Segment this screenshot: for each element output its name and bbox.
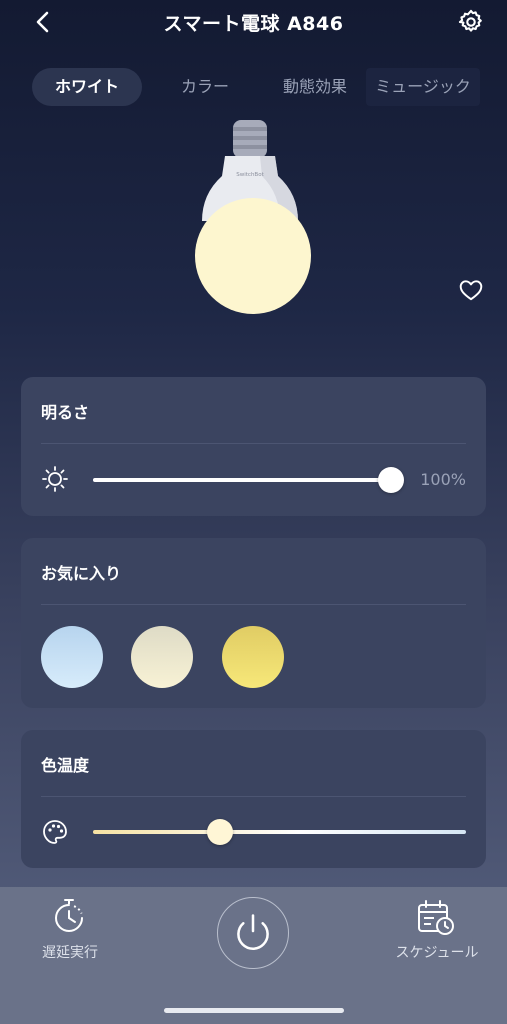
color-temperature-title: 色温度 [41, 756, 90, 775]
gear-icon[interactable] [457, 8, 485, 36]
tab-white[interactable]: ホワイト [32, 68, 142, 106]
favorite-swatch-neutral[interactable] [131, 626, 193, 688]
brightness-slider-knob[interactable] [378, 467, 404, 493]
bulb-brand-logo: SwitchBot [236, 172, 264, 178]
color-temperature-slider-knob[interactable] [206, 819, 233, 845]
divider [41, 796, 466, 797]
brightness-title: 明るさ [41, 403, 90, 422]
favorites-title: お気に入り [41, 564, 122, 583]
mode-tabs: ホワイト カラー 動態効果 ミュージック [28, 68, 480, 108]
brightness-value: 100% [420, 470, 466, 489]
sun-icon [42, 466, 68, 492]
favorites-card: お気に入り [21, 538, 486, 708]
favorite-swatch-warm[interactable] [222, 626, 284, 688]
power-button[interactable] [217, 897, 289, 969]
heart-icon[interactable] [458, 277, 484, 303]
divider [41, 604, 466, 605]
schedule-label[interactable]: スケジュール [385, 942, 489, 962]
timer-label[interactable]: 遅延実行 [30, 942, 110, 962]
tab-dynamic-effects[interactable]: 動態効果 [260, 68, 370, 106]
header: スマート電球 A846 [0, 0, 507, 44]
color-temperature-card: 色温度 [21, 730, 486, 868]
favorite-swatch-cool[interactable] [41, 626, 103, 688]
schedule-calendar-icon[interactable] [416, 899, 456, 937]
page-title: スマート電球 A846 [163, 13, 344, 35]
tab-music[interactable]: ミュージック [366, 68, 480, 106]
bulb-illustration: SwitchBot [195, 120, 311, 314]
palette-icon [43, 820, 67, 844]
power-icon [237, 914, 269, 950]
brightness-card: 明るさ 100% [21, 377, 486, 516]
home-indicator [164, 1008, 344, 1013]
timer-icon[interactable] [50, 897, 88, 935]
brightness-slider-track[interactable] [93, 478, 391, 482]
tab-color[interactable]: カラー [150, 68, 260, 106]
divider [41, 443, 466, 444]
color-temperature-slider-track[interactable] [93, 830, 466, 834]
